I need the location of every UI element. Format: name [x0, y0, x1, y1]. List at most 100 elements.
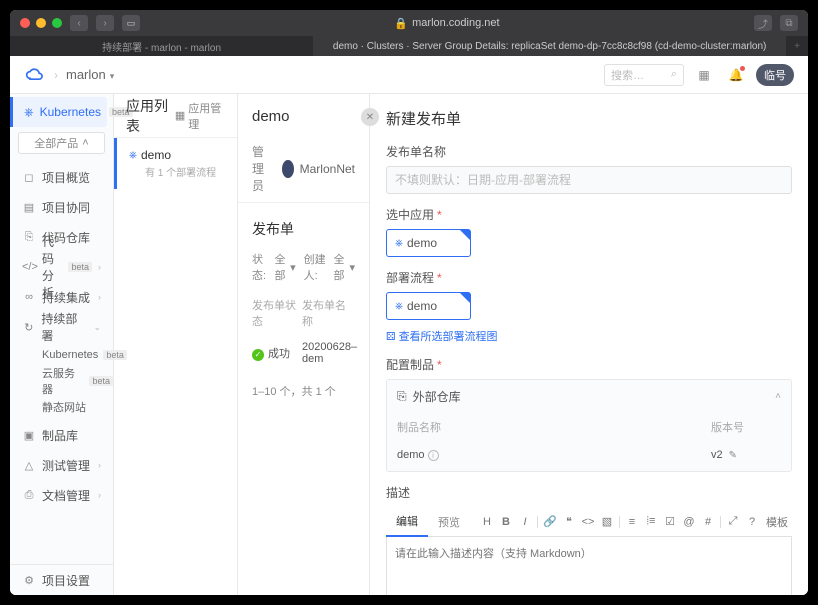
- sidebar: ⎈ Kubernetes beta 全部产品 ˄ ◻项目概览 ▤项目协同 ⎘代码…: [10, 94, 114, 595]
- sidebar-item-label: 文档管理: [42, 487, 90, 504]
- sidebar-item-overview[interactable]: ◻项目概览: [10, 162, 113, 192]
- sidebar-item-repo[interactable]: ⎘代码仓库: [10, 222, 113, 252]
- share-button[interactable]: ⤴: [754, 15, 772, 31]
- sidebar-item-collab[interactable]: ▤项目协同: [10, 192, 113, 222]
- th-artifact-ver: 版本号: [711, 419, 781, 435]
- avatar[interactable]: 临号: [756, 64, 794, 86]
- template-button[interactable]: 模板: [762, 514, 792, 530]
- flow-select[interactable]: ⎈ demo: [386, 292, 471, 320]
- repo-icon: ⎘: [397, 389, 407, 404]
- bold-icon[interactable]: B: [497, 513, 515, 531]
- sidebar-item-artifacts[interactable]: ▣制品库: [10, 420, 113, 450]
- sidebar-sub-server[interactable]: 云服务器 beta: [10, 368, 113, 394]
- chevron-right-icon: ›: [98, 262, 101, 272]
- app-list-column: 应用列表 ▦应用管理 ⎈demo 有 1 个部署流程: [114, 94, 238, 595]
- grid-icon[interactable]: ▦: [692, 63, 716, 87]
- url-bar[interactable]: 🔒 marlon.coding.net: [148, 17, 746, 30]
- avatar: [282, 160, 294, 178]
- app-manage-link[interactable]: ▦应用管理: [175, 100, 225, 132]
- filter-creator[interactable]: 创建人: 全部▾: [304, 251, 355, 283]
- image-icon[interactable]: ▧: [598, 513, 616, 531]
- app-select[interactable]: ⎈ demo: [386, 229, 471, 257]
- flow-icon: ⚄: [386, 330, 396, 343]
- table-row[interactable]: ✓成功 20200628–dem: [238, 335, 369, 371]
- sidebar-toggle[interactable]: ▭: [122, 15, 140, 31]
- product-dropdown[interactable]: 全部产品 ˄: [18, 132, 105, 154]
- beta-pill: beta: [89, 376, 113, 386]
- app-item-demo[interactable]: ⎈demo 有 1 个部署流程: [114, 138, 237, 189]
- app-value: demo: [407, 236, 437, 250]
- admin-label: 管理员: [252, 143, 276, 194]
- name-input[interactable]: [386, 166, 792, 194]
- sidebar-item-kubernetes[interactable]: ⎈ Kubernetes beta: [10, 97, 107, 127]
- help-icon[interactable]: ?: [743, 513, 761, 531]
- description-textarea[interactable]: [386, 537, 792, 595]
- app-logo[interactable]: [24, 64, 46, 86]
- info-icon[interactable]: i: [428, 450, 439, 461]
- check-icon: ✓: [252, 349, 264, 361]
- maximize-window[interactable]: [52, 18, 62, 28]
- th-name: 发布单名称: [302, 297, 355, 329]
- artifact-repo: 外部仓库: [413, 388, 461, 405]
- link-icon[interactable]: 🔗: [541, 513, 559, 531]
- tab-preview[interactable]: 预览: [428, 508, 470, 536]
- sidebar-item-test[interactable]: △测试管理›: [10, 450, 113, 480]
- tab-edit[interactable]: 编辑: [386, 507, 428, 537]
- search-input[interactable]: 搜索… ⌕: [604, 64, 684, 86]
- breadcrumb-project[interactable]: marlon▾: [66, 67, 114, 82]
- search-icon: ⌕: [671, 68, 677, 81]
- app-label: 选中应用*: [386, 206, 792, 223]
- heading-icon[interactable]: H: [478, 513, 496, 531]
- chevron-down-icon: ▾: [110, 71, 115, 81]
- artifact-label: 配置制品*: [386, 356, 792, 373]
- chevron-up-icon[interactable]: ˄: [775, 391, 781, 402]
- hash-icon[interactable]: #: [699, 513, 717, 531]
- browser-tabs: 持续部署 - marlon - marlon demo · Clusters ·…: [10, 36, 808, 56]
- close-button[interactable]: ✕: [361, 108, 379, 126]
- sidebar-item-doc[interactable]: ⎙文档管理›: [10, 480, 113, 510]
- code-icon[interactable]: <>: [579, 513, 597, 531]
- overview-icon: ◻: [22, 171, 36, 184]
- sidebar-item-label: 持续部署: [41, 310, 87, 344]
- browser-tab-2[interactable]: demo · Clusters · Server Group Details: …: [313, 36, 786, 56]
- repo-icon: ⎘: [22, 231, 36, 244]
- close-window[interactable]: [20, 18, 30, 28]
- sidebar-item-settings[interactable]: ⚙项目设置: [10, 565, 113, 595]
- new-tab-button[interactable]: +: [786, 41, 808, 52]
- sidebar-item-ci[interactable]: ∞持续集成›: [10, 282, 113, 312]
- checklist-icon[interactable]: ☑: [661, 513, 679, 531]
- browser-toolbar: ‹ › ▭ 🔒 marlon.coding.net ⤴ ⧉: [10, 10, 808, 36]
- chevron-down-icon: ⌄: [93, 322, 101, 333]
- th-status: 发布单状态: [252, 297, 302, 329]
- url-text: marlon.coding.net: [412, 17, 499, 29]
- code-icon: </>: [22, 261, 36, 273]
- ul-icon[interactable]: ≡: [623, 513, 641, 531]
- bell-icon[interactable]: 🔔: [724, 63, 748, 87]
- chevron-down-icon: ▾: [290, 261, 296, 274]
- sidebar-item-analysis[interactable]: </>代码分析beta›: [10, 252, 113, 282]
- view-flow-link[interactable]: ⚄查看所选部署流程图: [386, 328, 792, 344]
- sidebar-item-cd[interactable]: ↻ 持续部署 ⌄: [10, 312, 113, 342]
- notification-dot: [740, 66, 745, 71]
- mention-icon[interactable]: @: [680, 513, 698, 531]
- edit-icon[interactable]: ✎: [729, 450, 737, 461]
- minimize-window[interactable]: [36, 18, 46, 28]
- kubernetes-icon: ⎈: [395, 301, 403, 312]
- tabs-button[interactable]: ⧉: [780, 15, 798, 31]
- flow-value: demo: [407, 299, 437, 313]
- forward-button[interactable]: ›: [96, 15, 114, 31]
- artifact-ver: v2: [711, 449, 723, 461]
- expand-icon[interactable]: ⤢: [724, 513, 742, 531]
- sidebar-sub-static[interactable]: 静态网站: [10, 394, 113, 420]
- back-button[interactable]: ‹: [70, 15, 88, 31]
- breadcrumb-sep: ›: [54, 68, 58, 82]
- chevron-right-icon: ›: [98, 292, 101, 302]
- italic-icon[interactable]: I: [516, 513, 534, 531]
- cd-icon: ↻: [22, 321, 35, 334]
- filter-status[interactable]: 状态: 全部▾: [252, 251, 296, 283]
- browser-tab-1[interactable]: 持续部署 - marlon - marlon: [10, 36, 313, 56]
- artifact-name: demo: [397, 449, 425, 461]
- quote-icon[interactable]: ❝: [560, 513, 578, 531]
- ol-icon[interactable]: ⦙≡: [642, 513, 660, 531]
- sidebar-sub-label: Kubernetes: [42, 349, 98, 361]
